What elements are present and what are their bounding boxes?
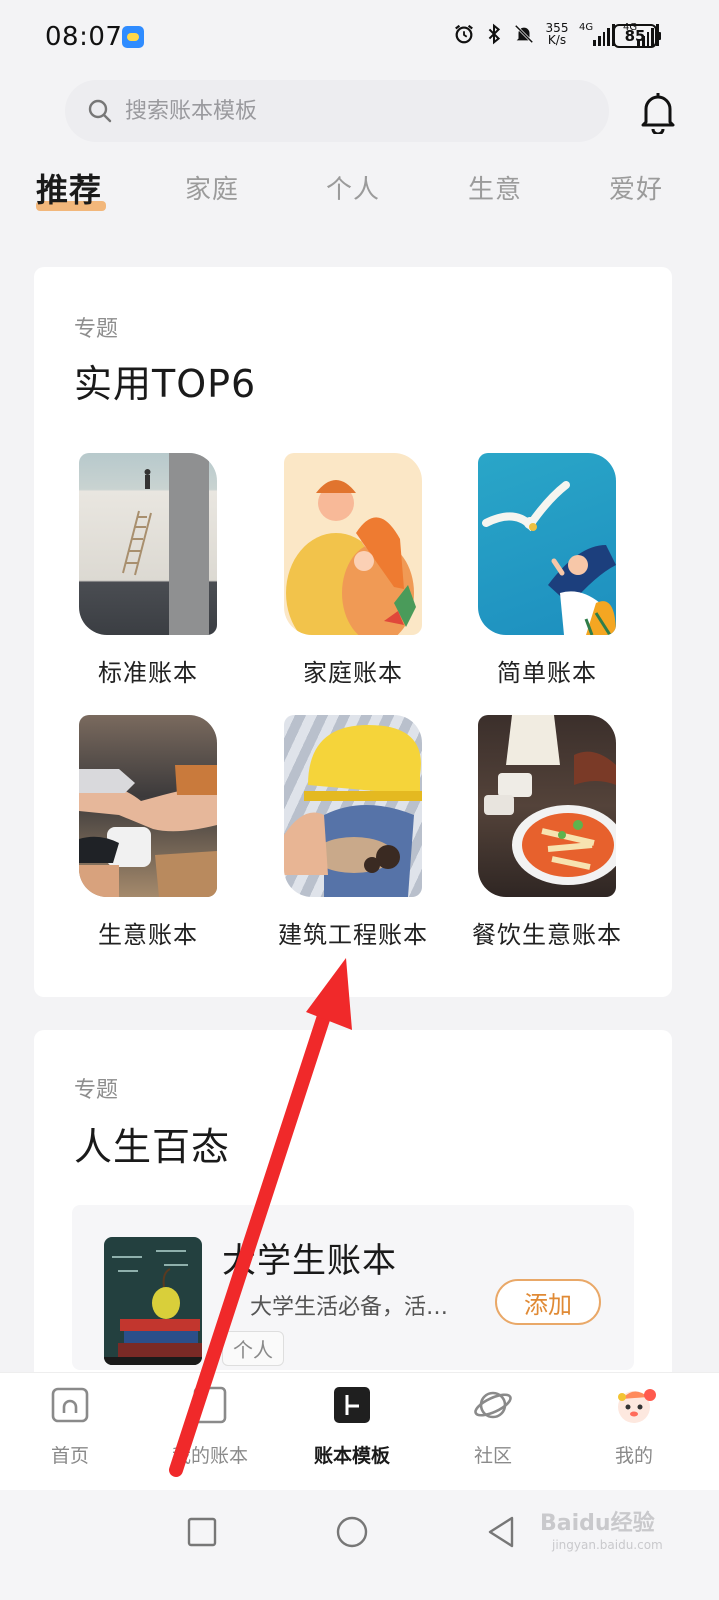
bottom-nav: 首页 我的账本 账本模板 社区 我的	[0, 1372, 719, 1490]
template-list-item[interactable]: 大学生账本 大学生活必备，活… 个人 添加	[72, 1205, 634, 1370]
top6-section: 专题 实用TOP6 标准账本 家庭账本 简单账本 生意账本 建筑工程账本 餐饮生…	[34, 267, 672, 997]
home-icon	[51, 1387, 89, 1423]
template-business[interactable]: 生意账本	[58, 715, 238, 950]
tab-recommend[interactable]: 推荐	[36, 165, 102, 211]
nav-home[interactable]: 首页	[10, 1385, 130, 1468]
template-label: 餐饮生意账本	[472, 921, 622, 949]
category-tag: 个人	[222, 1331, 284, 1366]
food-dish-image	[478, 715, 616, 897]
weather-app-icon	[122, 26, 144, 48]
template-family[interactable]: 家庭账本	[263, 453, 443, 688]
section-title: 实用TOP6	[74, 362, 257, 406]
recents-button-icon[interactable]	[182, 1512, 222, 1552]
category-tabs: 推荐 家庭 个人 生意 爱好	[0, 165, 719, 225]
battery-icon: 85	[613, 24, 661, 48]
nav-my-ledgers[interactable]: 我的账本	[150, 1385, 270, 1468]
planet-icon	[474, 1391, 512, 1419]
home-button-icon[interactable]	[332, 1512, 372, 1552]
template-construction[interactable]: 建筑工程账本	[263, 715, 443, 950]
list-item-description: 大学生活必备，活…	[250, 1295, 449, 1320]
alarm-icon	[455, 24, 473, 44]
tab-hobby[interactable]: 爱好	[609, 169, 663, 206]
baidu-watermark: Baidu经验	[540, 1511, 655, 1536]
template-standard[interactable]: 标准账本	[58, 453, 238, 688]
template-label: 建筑工程账本	[278, 921, 428, 949]
mute-bell-icon	[514, 24, 534, 44]
family-hug-image	[284, 453, 422, 635]
template-restaurant[interactable]: 餐饮生意账本	[457, 715, 637, 950]
handshake-image	[79, 715, 217, 897]
tab-business[interactable]: 生意	[468, 169, 522, 206]
status-time: 08:07	[45, 22, 123, 52]
add-button[interactable]: 添加	[495, 1279, 601, 1325]
template-label: 标准账本	[98, 659, 198, 687]
notification-dot	[644, 1389, 656, 1401]
nav-templates[interactable]: 账本模板	[292, 1385, 412, 1468]
section-eyebrow: 专题	[74, 317, 119, 342]
section-eyebrow: 专题	[74, 1078, 119, 1103]
section-title: 人生百态	[74, 1125, 231, 1169]
baidu-watermark-url: jingyan.baidu.com	[552, 1538, 663, 1552]
back-button-icon[interactable]	[482, 1512, 522, 1552]
student-books-image	[104, 1237, 202, 1365]
template-label: 生意账本	[98, 921, 198, 949]
tab-family[interactable]: 家庭	[185, 169, 239, 206]
template-icon	[334, 1387, 370, 1423]
signal-icon: 4G	[579, 22, 615, 46]
bluetooth-icon	[488, 23, 501, 45]
template-label: 家庭账本	[303, 659, 403, 687]
list-item-title: 大学生账本	[222, 1241, 397, 1281]
status-bar: 08:07 355 K/s 4G 4G 85	[0, 0, 719, 74]
tab-personal[interactable]: 个人	[326, 169, 380, 206]
ladder-wall-image	[79, 453, 217, 635]
ledger-icon	[193, 1386, 227, 1424]
network-speed: 355 K/s	[545, 21, 569, 47]
nav-community[interactable]: 社区	[433, 1385, 553, 1468]
search-input[interactable]	[125, 98, 565, 124]
nav-me[interactable]: 我的	[574, 1385, 694, 1468]
search-bar[interactable]	[65, 80, 609, 142]
template-simple[interactable]: 简单账本	[457, 453, 637, 688]
notification-bell-icon[interactable]	[638, 90, 678, 134]
template-label: 简单账本	[497, 659, 597, 687]
seagull-girl-image	[478, 453, 616, 635]
search-icon	[88, 99, 112, 123]
hard-hat-image	[284, 715, 422, 897]
